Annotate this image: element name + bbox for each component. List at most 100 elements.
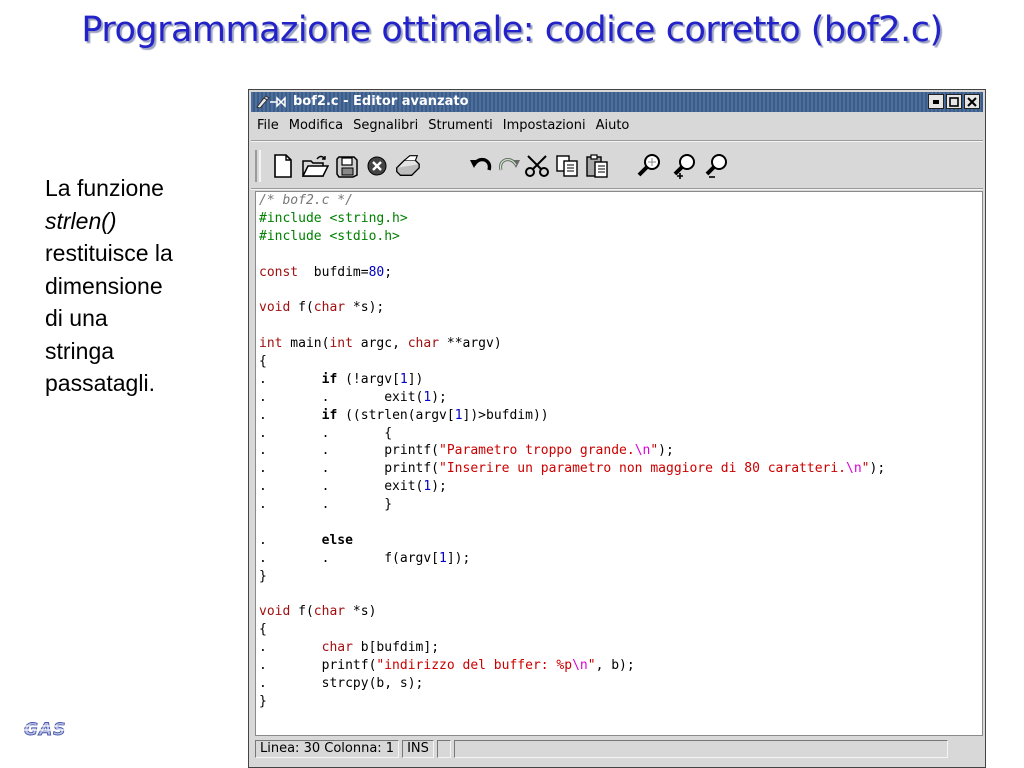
cursor-position: Linea: 30 Colonna: 1 [255,740,400,758]
code-token: 1 [454,407,463,423]
code-line[interactable]: . . exit(1); [259,389,982,407]
status-message [453,740,948,758]
open-folder-icon[interactable] [301,152,329,180]
zoom-in-icon[interactable] [671,152,699,180]
code-token: . . f(argv[ [259,550,440,566]
code-line[interactable]: . if ((strlen(argv[1])>bufdim)) [259,407,982,425]
copy-icon[interactable] [553,152,581,180]
code-token: f( [290,604,314,620]
code-line[interactable]: . printf("indirizzo del buffer: %p\n", b… [259,657,982,675]
menu-separator [251,140,983,142]
status-bar: Linea: 30 Colonna: 1 INS [255,740,948,758]
editor-window: bof2.c - Editor avanzato File Modifica S… [248,89,986,768]
code-token: \n [572,658,588,674]
paste-icon[interactable] [583,152,611,180]
save-icon[interactable] [333,152,361,180]
code-line[interactable]: { [259,353,982,371]
code-line[interactable]: void f(char *s); [259,299,982,317]
menu-segnalibri[interactable]: Segnalibri [353,116,418,136]
code-token: /* bof2.c */ [259,193,353,208]
code-line[interactable]: . if (!argv[1]) [259,371,982,389]
code-line[interactable]: . . printf("Parametro troppo grande.\n")… [259,442,982,460]
code-token: if [321,371,338,387]
code-token: . . { [259,425,393,441]
code-line[interactable]: . strcpy(b, s); [259,675,982,693]
menu-modifica[interactable]: Modifica [289,116,343,136]
code-line[interactable]: #include <string.h> [259,210,982,228]
menu-strumenti[interactable]: Strumenti [428,116,493,136]
app-icon [256,95,286,109]
toolbar-separator [251,188,983,190]
code-token: "Parametro troppo grande. [439,443,635,459]
insert-mode-indicator[interactable]: INS [402,740,434,758]
code-token: void [259,300,291,316]
code-token: . . exit( [259,479,424,495]
menu-impostazioni[interactable]: Impostazioni [503,116,586,136]
code-line[interactable]: } [259,693,982,711]
menu-file[interactable]: File [257,116,279,136]
gas-logo: GAS [22,718,106,745]
side-text-line: dimensione [45,272,163,299]
stop-icon[interactable] [363,152,391,180]
code-token: 80 [368,264,385,280]
window-titlebar[interactable]: bof2.c - Editor avanzato [251,92,983,112]
code-token: ]) [407,371,424,387]
code-token: f( [290,300,314,316]
code-line[interactable]: void f(char *s) [259,603,982,621]
minimize-icon[interactable] [928,94,944,109]
code-token: . [259,371,322,387]
side-text-line: stringa [45,337,115,364]
new-file-icon[interactable] [269,152,297,180]
code-token: } [259,693,267,709]
code-token: const [259,264,299,280]
maximize-icon[interactable] [946,94,962,109]
side-text-line: di una [45,305,108,331]
code-line[interactable]: . else [259,532,982,550]
code-line[interactable]: . . printf("Inserire un parametro non ma… [259,460,982,478]
code-line[interactable]: const bufdim=80; [259,264,982,282]
zoom-out-icon[interactable] [703,152,731,180]
code-line[interactable]: /* bof2.c */ [259,192,982,210]
code-line[interactable] [259,246,982,264]
cut-icon[interactable] [523,152,551,180]
code-line[interactable]: } [259,568,982,586]
code-line[interactable]: { [259,621,982,639]
code-token: { [259,622,267,638]
code-line[interactable] [259,586,982,604]
code-line[interactable] [259,514,982,532]
code-token: . printf( [259,658,377,674]
code-token: ); [431,479,447,495]
code-token: . . printf( [259,461,440,477]
code-line[interactable]: . . exit(1); [259,478,982,496]
code-line[interactable]: . . { [259,425,982,443]
code-line[interactable]: . . f(argv[1]); [259,550,982,568]
code-token: ((strlen(argv[ [337,407,455,423]
code-line[interactable] [259,317,982,335]
code-token: . [259,407,322,423]
code-token: b[bufdim]; [352,640,440,656]
code-token: . [259,640,322,656]
code-token: ); [869,461,886,477]
find-icon[interactable] [635,152,663,180]
code-line[interactable]: int main(int argc, char **argv) [259,335,982,353]
code-line[interactable]: . char b[bufdim]; [259,639,982,657]
code-line[interactable]: #include <stdio.h> [259,228,982,246]
code-token: int [259,336,283,352]
toolbar-grip[interactable] [255,150,261,182]
code-token: , b); [595,658,635,674]
code-line[interactable]: . . } [259,496,982,514]
code-token: 1 [439,550,447,566]
close-icon[interactable] [964,94,980,109]
code-token: void [259,604,291,620]
side-text-line: restituisce la [45,240,173,266]
code-text[interactable]: /* bof2.c */ #include <string.h> #include … [256,192,982,711]
code-token: *s); [345,300,385,316]
code-token: "Inserire un parametro non maggiore di 8… [439,461,847,477]
code-editor[interactable]: /* bof2.c */ #include <string.h> #include … [255,191,983,736]
code-token: . [259,532,322,548]
redo-icon[interactable] [495,152,523,180]
undo-icon[interactable] [467,152,495,180]
menu-aiuto[interactable]: Aiuto [596,116,630,136]
print-icon[interactable] [393,152,421,180]
code-line[interactable] [259,281,982,299]
